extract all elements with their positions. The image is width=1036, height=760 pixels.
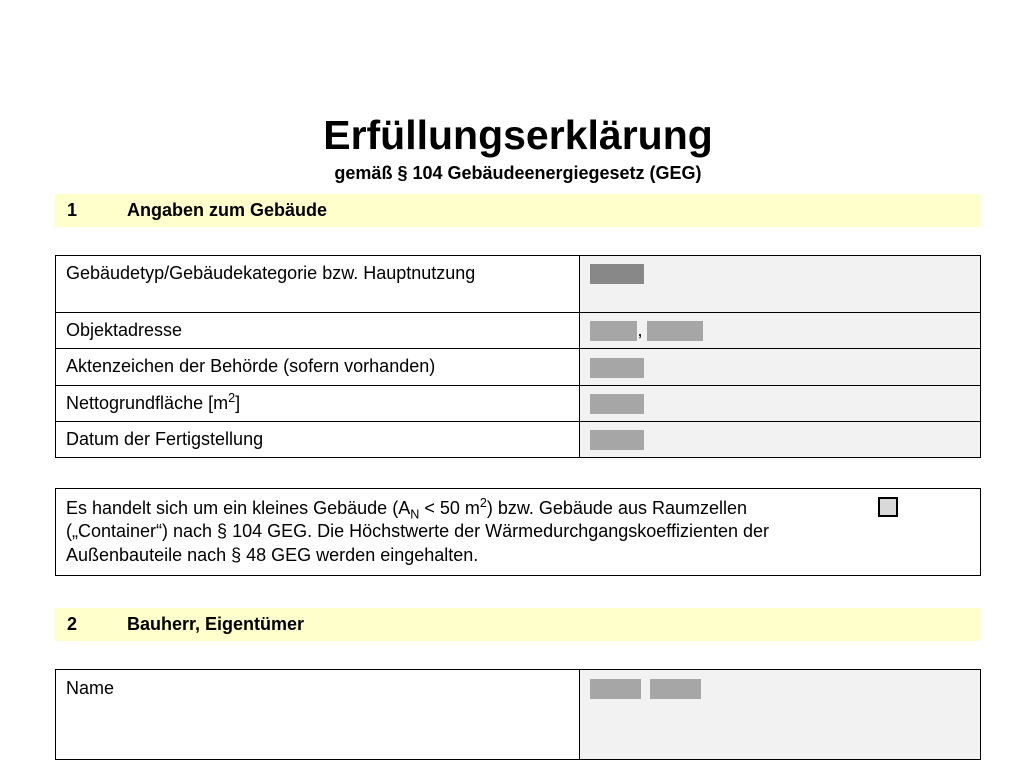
gebaeudetyp-value[interactable] [580, 256, 981, 313]
table-row: Nettogrundfläche [m2] [56, 385, 981, 421]
objektadresse-value[interactable]: , [580, 313, 981, 349]
table-row: Gebäudetyp/Gebäudekategorie bzw. Hauptnu… [56, 256, 981, 313]
small-building-checkbox[interactable] [878, 497, 898, 517]
address-separator: , [637, 320, 647, 340]
section-2-header: 2 Bauherr, Eigentümer [55, 608, 981, 641]
gebaeudetyp-label: Gebäudetyp/Gebäudekategorie bzw. Hauptnu… [56, 256, 580, 313]
aktenzeichen-value[interactable] [580, 349, 981, 385]
section-1-header: 1 Angaben zum Gebäude [55, 194, 981, 227]
table-row: Objektadresse , [56, 313, 981, 349]
aktenzeichen-label: Aktenzeichen der Behörde (sofern vorhand… [56, 349, 580, 385]
building-info-table: Gebäudetyp/Gebäudekategorie bzw. Hauptnu… [55, 255, 981, 458]
datum-value[interactable] [580, 421, 981, 457]
section-2-title: Bauherr, Eigentümer [127, 614, 304, 635]
small-building-checkbox-cell [796, 489, 981, 576]
table-row: Name [56, 670, 981, 760]
page-subtitle: gemäß § 104 Gebäudeenergiegesetz (GEG) [55, 163, 981, 184]
small-building-text: Es handelt sich um ein kleines Gebäude (… [56, 489, 796, 576]
table-row: Datum der Fertigstellung [56, 421, 981, 457]
section-1-number: 1 [67, 200, 127, 221]
nettogrundflaeche-value[interactable] [580, 385, 981, 421]
name-label: Name [56, 670, 580, 760]
datum-label: Datum der Fertigstellung [56, 421, 580, 457]
page-title: Erfüllungserklärung [55, 112, 981, 159]
name-value[interactable] [580, 670, 981, 760]
small-building-table: Es handelt sich um ein kleines Gebäude (… [55, 488, 981, 576]
section-2-number: 2 [67, 614, 127, 635]
nettogrundflaeche-label: Nettogrundfläche [m2] [56, 385, 580, 421]
section-1-title: Angaben zum Gebäude [127, 200, 327, 221]
table-row: Aktenzeichen der Behörde (sofern vorhand… [56, 349, 981, 385]
owner-table: Name [55, 669, 981, 760]
table-row: Es handelt sich um ein kleines Gebäude (… [56, 489, 981, 576]
objektadresse-label: Objektadresse [56, 313, 580, 349]
